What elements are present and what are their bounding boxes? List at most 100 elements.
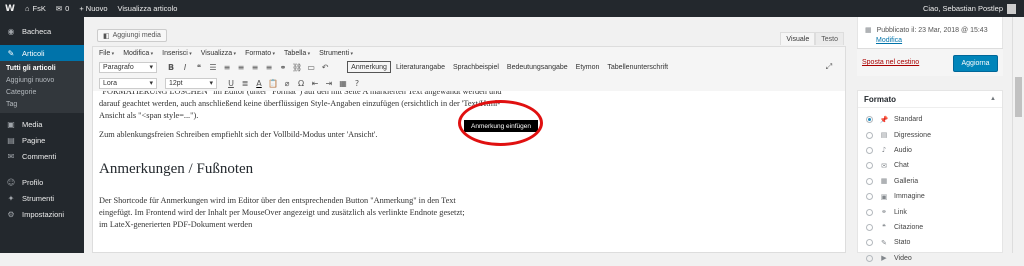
- view-post-link[interactable]: Visualizza articolo: [113, 0, 183, 17]
- justify-icon[interactable]: ≣: [239, 77, 251, 89]
- format-option-link[interactable]: ⚭ Link: [858, 204, 1002, 219]
- numbered-list-icon[interactable]: ≡: [221, 61, 233, 73]
- menu-table[interactable]: Tabella: [284, 50, 310, 57]
- table-icon[interactable]: ▦: [337, 77, 349, 89]
- font-family-select[interactable]: Lora ▾: [99, 77, 157, 89]
- literaturangabe-button[interactable]: Literaturangabe: [393, 64, 448, 71]
- format-option-image[interactable]: ▣ Immagine: [858, 189, 1002, 204]
- comments-icon: ✉: [7, 151, 15, 161]
- format-option-label: Audio: [894, 146, 912, 154]
- admin-sidebar: ◉ Bacheca ✎ Articoli Tutti gli articoli …: [0, 17, 84, 253]
- publish-date-text: Pubblicato il: 23 Mar, 2018 @ 15:43: [876, 27, 988, 34]
- italic-icon[interactable]: I: [179, 61, 191, 73]
- submenu-add-new[interactable]: Aggiungi nuovo: [0, 75, 84, 87]
- etymon-button[interactable]: Etymon: [573, 64, 603, 71]
- indent-icon[interactable]: ⇥: [323, 77, 335, 89]
- format-option-quote[interactable]: ❝ Citazione: [858, 220, 1002, 235]
- add-media-label: Aggiungi media: [112, 32, 161, 39]
- unlink-icon[interactable]: ⛓: [291, 61, 303, 73]
- radio-button[interactable]: [866, 162, 873, 170]
- avatar: [1007, 3, 1016, 14]
- radio-button[interactable]: [866, 208, 873, 216]
- radio-button[interactable]: [866, 116, 873, 124]
- new-content-link[interactable]: + Nuovo: [74, 0, 112, 17]
- update-button[interactable]: Aggiorna: [953, 55, 998, 72]
- blockquote-icon[interactable]: ❝: [193, 61, 205, 73]
- sprachbeispiel-button[interactable]: Sprachbeispiel: [450, 64, 502, 71]
- read-more-icon[interactable]: ▭: [305, 61, 317, 73]
- sidebar-item-profile[interactable]: ☺ Profilo: [0, 174, 84, 190]
- radio-button[interactable]: [866, 146, 873, 154]
- radio-button[interactable]: [866, 131, 873, 139]
- comments-link[interactable]: ✉ 0: [51, 0, 74, 17]
- format-option-gallery[interactable]: ▦ Galleria: [858, 174, 1002, 189]
- sidebar-item-comments[interactable]: ✉ Commenti: [0, 148, 84, 164]
- tabellenunterschrift-button[interactable]: Tabellenunterschrift: [604, 64, 671, 71]
- fullscreen-icon[interactable]: ⤢: [823, 61, 835, 73]
- align-center-icon[interactable]: ≡: [249, 61, 261, 73]
- special-character-icon[interactable]: Ω: [295, 77, 307, 89]
- format-option-standard[interactable]: 📌 Standard: [858, 112, 1002, 127]
- format-option-status[interactable]: ✎ Stato: [858, 235, 1002, 250]
- bedeutungsangabe-button[interactable]: Bedeutungsangabe: [504, 64, 571, 71]
- sidebar-item-dashboard[interactable]: ◉ Bacheca: [0, 23, 84, 39]
- publish-date: ▦ Pubblicato il: 23 Mar, 2018 @ 15:43: [865, 26, 1000, 34]
- chevron-down-icon: ▾: [149, 64, 153, 71]
- sidebar-item-posts[interactable]: ✎ Articoli: [0, 45, 84, 61]
- collapse-arrow-icon[interactable]: ▲: [990, 96, 996, 102]
- radio-button[interactable]: [866, 254, 873, 262]
- outdent-icon[interactable]: ⇤: [309, 77, 321, 89]
- submenu-tags[interactable]: Tag: [0, 99, 84, 111]
- paragraph-format-select[interactable]: Paragrafo ▾: [99, 61, 157, 73]
- underline-icon[interactable]: U: [225, 77, 237, 89]
- align-left-icon[interactable]: ≡: [235, 61, 247, 73]
- format-option-audio[interactable]: ♪ Audio: [858, 143, 1002, 158]
- post-editor: ◧ Aggiungi media Visuale Testo File Modi…: [92, 22, 846, 253]
- submenu-all-posts[interactable]: Tutti gli articoli: [0, 63, 84, 75]
- menu-edit[interactable]: Modifica: [123, 50, 153, 57]
- menu-view[interactable]: Visualizza: [201, 50, 236, 57]
- scrollbar-thumb[interactable]: [1015, 77, 1022, 117]
- format-box-header[interactable]: Formato ▲: [858, 91, 1002, 108]
- radio-button[interactable]: [866, 239, 873, 247]
- format-option-chat[interactable]: ✉ Chat: [858, 158, 1002, 173]
- page-scrollbar[interactable]: [1012, 17, 1024, 253]
- site-name-link[interactable]: ⌂ FsK: [20, 0, 51, 17]
- add-media-button[interactable]: ◧ Aggiungi media: [97, 29, 167, 42]
- text-color-icon[interactable]: A: [253, 77, 265, 89]
- link-icon[interactable]: ⚭: [277, 61, 289, 73]
- dashboard-icon: ◉: [7, 26, 15, 36]
- align-right-icon[interactable]: ≡: [263, 61, 275, 73]
- radio-button[interactable]: [866, 193, 873, 201]
- calendar-icon: ▦: [865, 27, 872, 34]
- wordpress-logo-icon[interactable]: W: [0, 0, 20, 17]
- radio-button[interactable]: [866, 177, 873, 185]
- move-to-trash-link[interactable]: Sposta nel cestino: [862, 59, 919, 66]
- menu-format[interactable]: Formato: [245, 50, 275, 57]
- format-option-label: Link: [894, 208, 907, 216]
- sidebar-item-media[interactable]: ▣ Media: [0, 116, 84, 132]
- menu-insert[interactable]: Inserisci: [162, 50, 192, 57]
- menu-tools[interactable]: Strumenti: [319, 50, 353, 57]
- undo-icon[interactable]: ↶: [319, 61, 331, 73]
- menu-file[interactable]: File: [99, 50, 114, 57]
- bold-icon[interactable]: B: [165, 61, 177, 73]
- chevron-down-icon: ▾: [209, 80, 213, 87]
- help-icon[interactable]: ?: [351, 77, 363, 89]
- sidebar-item-pages[interactable]: ▤ Pagine: [0, 132, 84, 148]
- tab-visual[interactable]: Visuale: [780, 32, 816, 45]
- clear-formatting-icon[interactable]: ⌀: [281, 77, 293, 89]
- sidebar-item-settings[interactable]: ⚙ Impostazioni: [0, 206, 84, 222]
- tab-text[interactable]: Testo: [815, 32, 844, 45]
- bullet-list-icon[interactable]: ☰: [207, 61, 219, 73]
- submenu-categories[interactable]: Categorie: [0, 87, 84, 99]
- format-option-aside[interactable]: ▤ Digressione: [858, 127, 1002, 142]
- font-size-select[interactable]: 12pt ▾: [165, 77, 217, 89]
- admin-bar: W ⌂ FsK ✉ 0 + Nuovo Visualizza articolo …: [0, 0, 1024, 17]
- sidebar-item-tools[interactable]: ✦ Strumenti: [0, 190, 84, 206]
- anmerkung-button[interactable]: Anmerkung: [347, 61, 391, 73]
- paste-text-icon[interactable]: 📋: [267, 77, 279, 89]
- radio-button[interactable]: [866, 223, 873, 231]
- edit-date-link[interactable]: Modifica: [876, 37, 902, 44]
- account-menu[interactable]: Ciao, Sebastian Postlep: [923, 3, 1024, 14]
